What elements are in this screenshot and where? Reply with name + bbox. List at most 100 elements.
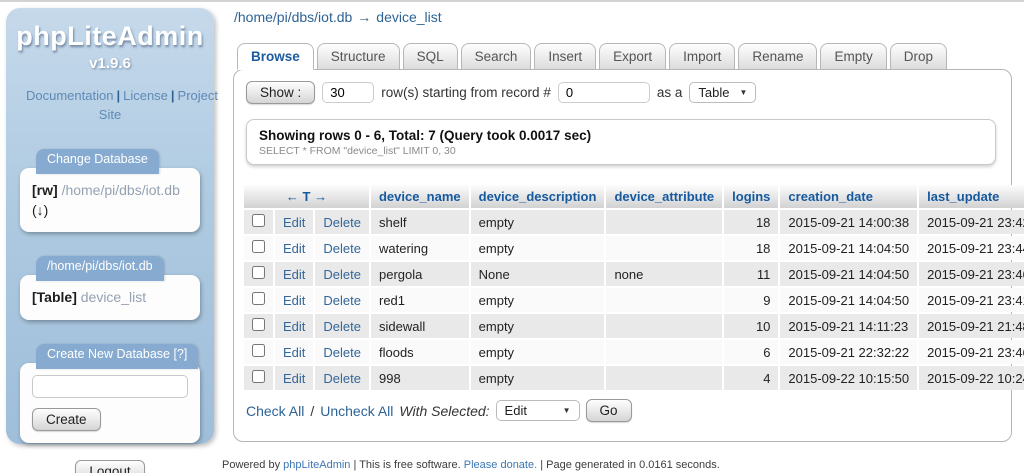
cell-device-name: floods bbox=[371, 340, 469, 364]
cell-device-description: empty bbox=[471, 210, 605, 234]
delete-link[interactable]: Delete bbox=[323, 319, 361, 334]
row-checkbox[interactable] bbox=[252, 240, 265, 253]
row-checkbox[interactable] bbox=[252, 370, 265, 383]
tab-drop[interactable]: Drop bbox=[890, 43, 947, 70]
cell-logins: 4 bbox=[724, 366, 778, 390]
edit-link[interactable]: Edit bbox=[283, 241, 305, 256]
app-title: phpLiteAdmin bbox=[6, 21, 214, 52]
edit-link[interactable]: Edit bbox=[283, 215, 305, 230]
cell-creation-date: 2015-09-21 22:32:22 bbox=[780, 340, 917, 364]
sidebar-table-link[interactable]: device_list bbox=[81, 289, 146, 305]
app-version: v1.9.6 bbox=[6, 55, 214, 72]
download-db-link[interactable]: (↓) bbox=[32, 202, 48, 218]
breadcrumb-database-link[interactable]: /home/pi/dbs/iot.db bbox=[234, 9, 352, 25]
tab-structure[interactable]: Structure bbox=[317, 43, 400, 70]
row-checkbox[interactable] bbox=[252, 266, 265, 279]
chevron-down-icon: ▼ bbox=[563, 406, 571, 415]
row-checkbox[interactable] bbox=[252, 318, 265, 331]
table-row: Edit Delete shelf empty 18 2015-09-21 14… bbox=[244, 210, 1024, 234]
donate-link[interactable]: Please donate. bbox=[464, 459, 537, 471]
cell-device-name: shelf bbox=[371, 210, 469, 234]
cell-device-description: empty bbox=[471, 340, 605, 364]
column-header-device-name[interactable]: device_name bbox=[371, 185, 469, 208]
browse-controls: Show : row(s) starting from record # as … bbox=[246, 81, 999, 104]
column-header-device-description[interactable]: device_description bbox=[471, 185, 605, 208]
documentation-link[interactable]: Documentation bbox=[26, 88, 113, 103]
cell-device-attribute bbox=[606, 340, 722, 364]
tab-empty[interactable]: Empty bbox=[820, 43, 886, 70]
cell-device-attribute bbox=[606, 236, 722, 260]
link-separator: | bbox=[168, 88, 178, 103]
delete-link[interactable]: Delete bbox=[323, 267, 361, 282]
tab-insert[interactable]: Insert bbox=[534, 43, 596, 70]
column-header-logins[interactable]: logins bbox=[724, 185, 778, 208]
create-database-heading: Create New Database [?] bbox=[36, 344, 198, 369]
create-database-button[interactable]: Create bbox=[32, 408, 101, 431]
cell-device-description: empty bbox=[471, 366, 605, 390]
edit-link[interactable]: Edit bbox=[283, 293, 305, 308]
show-button[interactable]: Show : bbox=[246, 81, 315, 104]
tab-search[interactable]: Search bbox=[461, 43, 532, 70]
delete-link[interactable]: Delete bbox=[323, 371, 361, 386]
query-summary: Showing rows 0 - 6, Total: 7 (Query took… bbox=[259, 128, 983, 143]
delete-link[interactable]: Delete bbox=[323, 241, 361, 256]
rows-starting-label: row(s) starting from record # bbox=[381, 85, 551, 100]
slash-separator: / bbox=[310, 403, 314, 419]
database-tables-card: /home/pi/dbs/iot.db [Table] device_list bbox=[20, 256, 200, 319]
cell-device-attribute bbox=[606, 314, 722, 338]
delete-link[interactable]: Delete bbox=[323, 215, 361, 230]
cell-creation-date: 2015-09-22 10:15:50 bbox=[780, 366, 917, 390]
cell-device-attribute bbox=[606, 210, 722, 234]
cell-device-attribute: none bbox=[606, 262, 722, 286]
change-database-body: [rw] /home/pi/dbs/iot.db (↓) bbox=[20, 168, 200, 233]
edit-link[interactable]: Edit bbox=[283, 319, 305, 334]
cell-creation-date: 2015-09-21 14:04:50 bbox=[780, 236, 917, 260]
column-header-creation-date[interactable]: creation_date bbox=[780, 185, 917, 208]
with-selected-label: With Selected: bbox=[399, 403, 489, 419]
tab-rename[interactable]: Rename bbox=[738, 43, 817, 70]
cell-creation-date: 2015-09-21 14:04:50 bbox=[780, 262, 917, 286]
delete-link[interactable]: Delete bbox=[323, 293, 361, 308]
logout-button[interactable]: Logout bbox=[75, 460, 144, 473]
browse-panel: Show : row(s) starting from record # as … bbox=[233, 69, 1012, 442]
new-database-name-input[interactable] bbox=[32, 375, 188, 398]
row-checkbox[interactable] bbox=[252, 214, 265, 227]
cell-last-update: 2015-09-21 23:42:56 bbox=[919, 210, 1024, 234]
tab-export[interactable]: Export bbox=[599, 43, 666, 70]
row-count-input[interactable] bbox=[322, 82, 374, 103]
bulk-action-value: Edit bbox=[505, 403, 527, 418]
bulk-action-select[interactable]: Edit ▼ bbox=[496, 400, 580, 421]
cell-device-attribute bbox=[606, 366, 722, 390]
breadcrumb-arrow-icon: → bbox=[352, 9, 376, 25]
cell-logins: 9 bbox=[724, 288, 778, 312]
breadcrumb-table-link[interactable]: device_list bbox=[376, 9, 441, 25]
query-sql-text: SELECT * FROM "device_list" LIMIT 0, 30 bbox=[259, 145, 983, 157]
tab-browse[interactable]: Browse bbox=[237, 43, 314, 70]
check-all-link[interactable]: Check All bbox=[246, 403, 304, 419]
phpliteadmin-link[interactable]: phpLiteAdmin bbox=[283, 459, 350, 471]
cell-device-description: None bbox=[471, 262, 605, 286]
cell-last-update: 2015-09-21 23:41:37 bbox=[919, 288, 1024, 312]
license-link[interactable]: License bbox=[123, 88, 168, 103]
go-button[interactable]: Go bbox=[586, 399, 632, 422]
edit-link[interactable]: Edit bbox=[283, 371, 305, 386]
page-footer: Powered by phpLiteAdmin | This is free s… bbox=[222, 459, 720, 471]
view-type-select[interactable]: Table ▼ bbox=[689, 82, 756, 103]
column-header-actions[interactable]: ← T → bbox=[244, 185, 369, 208]
column-header-last-update[interactable]: last_update bbox=[919, 185, 1024, 208]
breadcrumb: /home/pi/dbs/iot.db→device_list bbox=[234, 9, 442, 25]
edit-link[interactable]: Edit bbox=[283, 267, 305, 282]
bulk-actions-row: Check All / Uncheck All With Selected: E… bbox=[246, 399, 999, 422]
row-checkbox[interactable] bbox=[252, 344, 265, 357]
delete-link[interactable]: Delete bbox=[323, 345, 361, 360]
start-record-input[interactable] bbox=[558, 82, 650, 103]
cell-logins: 6 bbox=[724, 340, 778, 364]
edit-link[interactable]: Edit bbox=[283, 345, 305, 360]
tab-sql[interactable]: SQL bbox=[403, 43, 458, 70]
cell-device-attribute bbox=[606, 288, 722, 312]
row-checkbox[interactable] bbox=[252, 292, 265, 305]
uncheck-all-link[interactable]: Uncheck All bbox=[320, 403, 393, 419]
cell-creation-date: 2015-09-21 14:04:50 bbox=[780, 288, 917, 312]
tab-import[interactable]: Import bbox=[669, 43, 735, 70]
column-header-device-attribute[interactable]: device_attribute bbox=[606, 185, 722, 208]
